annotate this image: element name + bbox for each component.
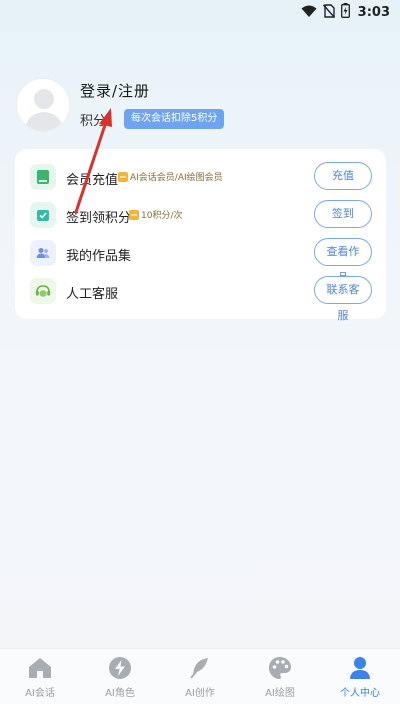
points-label: 积分： [80,114,120,129]
person-icon [347,655,373,681]
coin-icon [129,209,139,220]
status-bar: 3:03 [0,0,400,24]
checkin-icon [30,202,56,228]
menu-card: 会员充值 AI会话会员/AI绘图会员 充值 签到领积分 10积分/次 签到 我的… [15,149,386,322]
nav-personal-center[interactable]: 个人中心 [320,649,400,704]
menu-row-portfolio[interactable]: 我的作品集 查看作品 [15,234,386,284]
view-works-button[interactable]: 查看作品 [314,238,372,284]
status-icons: 3:03 [301,3,390,22]
menu-note: AI会话会员/AI绘图会员 [118,170,223,183]
coin-icon [118,171,128,182]
nav-label: AI角色 [105,688,135,699]
people-icon [30,240,56,266]
menu-label: 签到领积分 [66,211,132,226]
status-time: 3:03 [357,5,390,20]
menu-note: 10积分/次 [129,208,183,221]
avatar[interactable] [16,78,70,132]
nav-ai-role[interactable]: AI角色 [80,649,160,704]
battery-icon [340,3,350,22]
recharge-button[interactable]: 充值 [314,162,372,190]
login-register-link[interactable]: 登录/注册 [80,80,150,101]
contact-service-button[interactable]: 联系客服 [314,276,372,322]
nav-ai-create[interactable]: AI创作 [160,649,240,704]
no-sim-icon [322,3,335,22]
lightning-icon [107,655,133,681]
nav-label: AI会话 [25,688,55,699]
menu-row-customer-service[interactable]: 人工客服 联系客服 [15,272,386,322]
menu-label: 人工客服 [66,287,119,302]
bottom-nav: AI会话 AI角色 AI创作 AI绘图 个人中心 [0,648,400,704]
palette-icon [267,655,293,681]
nav-label: AI绘图 [265,688,295,699]
nav-ai-chat[interactable]: AI会话 [0,649,80,704]
menu-row-checkin[interactable]: 签到领积分 10积分/次 签到 [15,196,386,234]
menu-label: 会员充值 [66,173,119,188]
checkin-button[interactable]: 签到 [314,200,372,228]
nav-label: AI创作 [185,688,215,699]
deduct-badge: 每次会话扣除5积分 [124,109,225,129]
book-icon [30,164,56,190]
menu-label: 我的作品集 [66,249,132,264]
menu-row-vip-recharge[interactable]: 会员充值 AI会话会员/AI绘图会员 充值 [15,158,386,196]
nav-ai-draw[interactable]: AI绘图 [240,649,320,704]
nav-label: 个人中心 [340,688,380,699]
service-icon [30,278,56,304]
feather-icon [187,655,213,681]
home-icon [27,655,53,681]
avatar-placeholder-icon [17,79,69,131]
wifi-icon [301,3,317,22]
